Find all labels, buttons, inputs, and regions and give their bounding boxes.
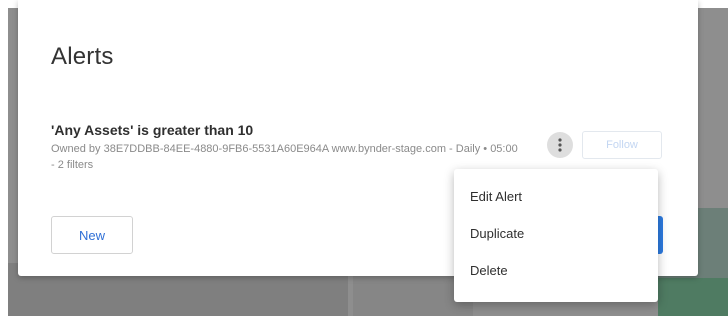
more-vertical-icon xyxy=(558,138,562,152)
alert-title: 'Any Assets' is greater than 10 xyxy=(51,122,254,138)
menu-item-edit-alert[interactable]: Edit Alert xyxy=(454,178,658,215)
menu-item-duplicate[interactable]: Duplicate xyxy=(454,215,658,252)
screen: Alerts 'Any Assets' is greater than 10 O… xyxy=(0,0,728,316)
follow-button[interactable]: Follow xyxy=(582,131,662,159)
more-actions-button[interactable] xyxy=(547,132,573,158)
menu-item-delete[interactable]: Delete xyxy=(454,252,658,289)
dialog-title: Alerts xyxy=(51,43,114,70)
alert-actions-menu: Edit Alert Duplicate Delete xyxy=(454,169,658,302)
alert-description: Owned by 38E7DDBB-84EE-4880-9FB6-5531A60… xyxy=(51,143,518,171)
backdrop-panel xyxy=(658,278,728,316)
new-alert-button[interactable]: New xyxy=(51,216,133,254)
